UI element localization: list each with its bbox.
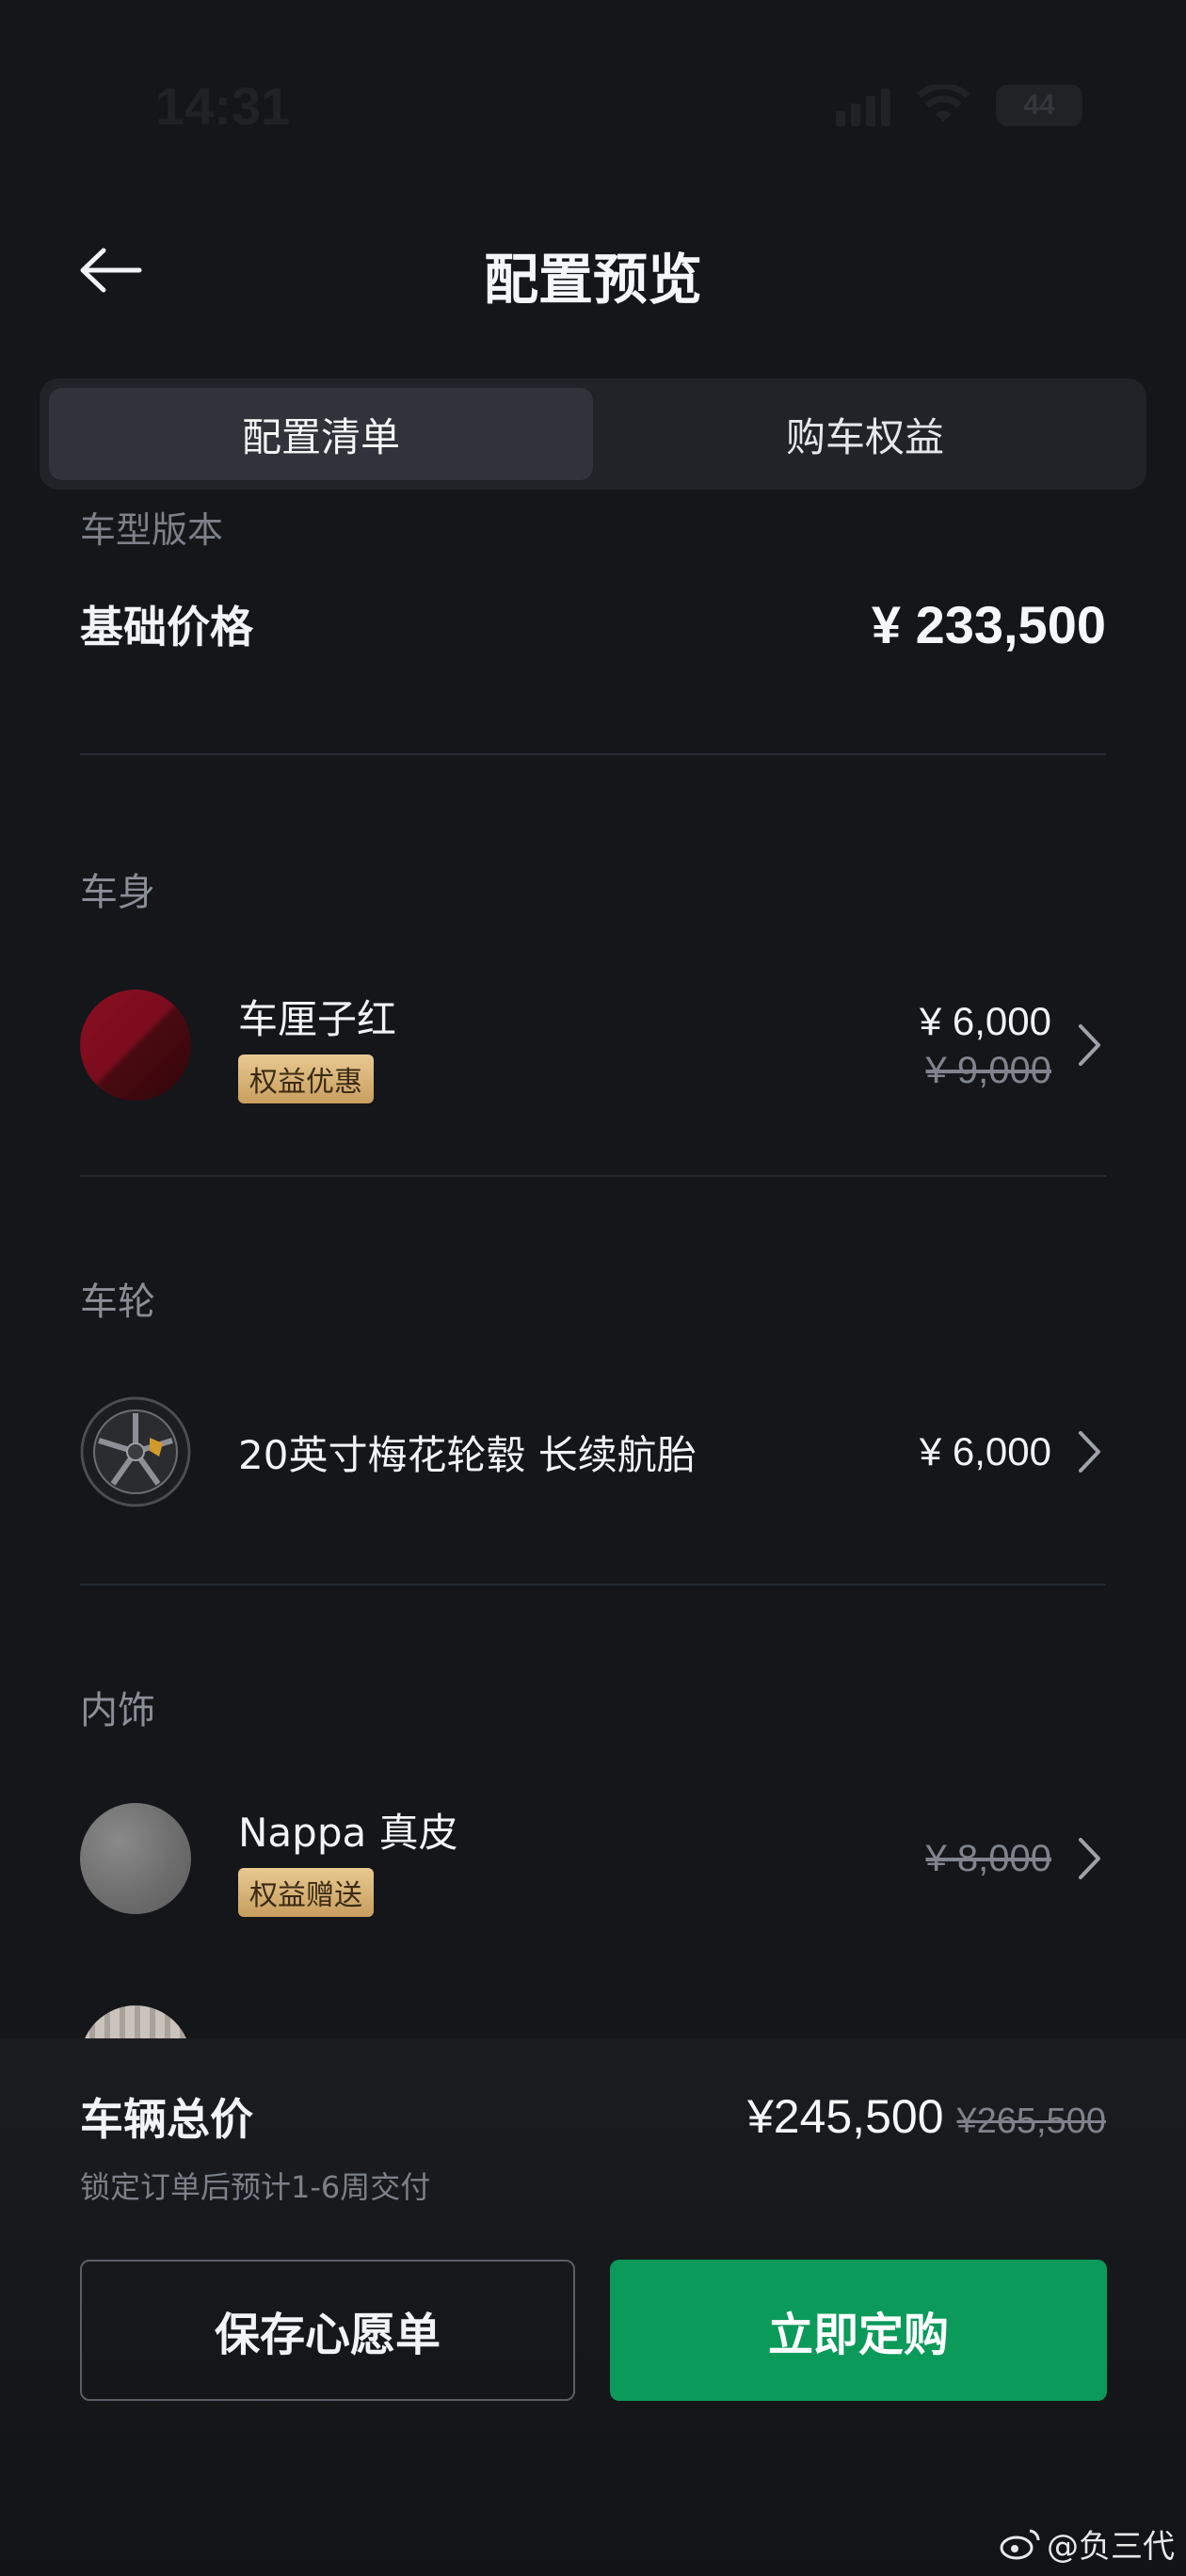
status-time: 14:31 — [155, 76, 291, 136]
chevron-right-icon — [1078, 1428, 1106, 1475]
total-price: ¥245,500 — [746, 2090, 944, 2143]
status-bar: 14:31 44 — [0, 0, 1186, 217]
item-info: Nappa 真皮 权益赠送 — [238, 1801, 926, 1917]
section-title-wheels: 车轮 — [80, 1280, 155, 1324]
leather-swatch — [80, 1803, 191, 1914]
order-now-button[interactable]: 立即定购 — [610, 2260, 1107, 2401]
save-wishlist-button[interactable]: 保存心愿单 — [80, 2260, 575, 2401]
base-price-label: 基础价格 — [80, 602, 253, 652]
watermark: @负三代 — [1000, 2520, 1175, 2567]
item-row-wheels[interactable]: 20英寸梅花轮毂 长续航胎 ¥ 6,000 — [80, 1395, 1106, 1508]
item-old-price: ¥ 9,000 — [925, 1049, 1051, 1091]
total-row: 车辆总价 ¥245,500 ¥265,500 — [80, 2085, 1106, 2148]
divider — [80, 1584, 1106, 1586]
item-info: 车厘子红 权益优惠 — [238, 988, 920, 1103]
wheel-swatch — [80, 1396, 191, 1507]
chevron-right-icon — [1078, 1835, 1106, 1882]
tab-bar: 配置清单 购车权益 — [40, 378, 1146, 490]
benefit-badge: 权益优惠 — [238, 1054, 374, 1103]
divider — [80, 753, 1106, 755]
page-title: 配置预览 — [483, 248, 702, 312]
section-title-version: 车型版本 — [80, 509, 224, 551]
base-price-value: ¥ 233,500 — [871, 594, 1106, 654]
config-list[interactable]: 车型版本 基础价格 ¥ 233,500 车身 车厘子红 权益优惠 ¥ 6,000… — [0, 499, 1186, 2038]
paint-swatch — [80, 990, 191, 1101]
delivery-note: 锁定订单后预计1-6周交付 — [80, 2169, 431, 2205]
base-price-row: 基础价格 ¥ 233,500 — [80, 593, 1106, 655]
item-price: ¥ 6,000 — [919, 998, 1051, 1043]
total-label: 车辆总价 — [80, 2094, 253, 2145]
item-row-interior[interactable]: Nappa 真皮 权益赠送 ¥ 8,000 — [80, 1801, 1106, 1917]
partial-swatch — [80, 2005, 191, 2038]
watermark-text: @负三代 — [1047, 2528, 1175, 2566]
item-name: 车厘子红 — [238, 995, 397, 1042]
total-old-price: ¥265,500 — [956, 2101, 1107, 2141]
section-title-body: 车身 — [80, 871, 155, 914]
item-old-price: ¥ 8,000 — [925, 1837, 1051, 1879]
price-col: ¥ 6,000 — [920, 1429, 1051, 1474]
weibo-icon — [1000, 2529, 1040, 2559]
item-name: 20英寸梅花轮毂 长续航胎 — [238, 1431, 697, 1478]
divider — [80, 1175, 1106, 1177]
benefit-badge: 权益赠送 — [238, 1867, 374, 1917]
item-row-paint[interactable]: 车厘子红 权益优惠 ¥ 6,000 ¥ 9,000 — [80, 988, 1106, 1103]
price-col: ¥ 8,000 — [926, 1838, 1051, 1880]
tab-config-list[interactable]: 配置清单 — [49, 388, 593, 480]
wifi-icon — [915, 85, 971, 126]
item-name: Nappa 真皮 — [238, 1809, 458, 1856]
status-icons: 44 — [836, 85, 1082, 126]
total-prices: ¥245,500 ¥265,500 — [747, 2089, 1106, 2144]
price-col: ¥ 6,000 ¥ 9,000 — [920, 999, 1051, 1092]
chevron-right-icon — [1078, 1022, 1106, 1069]
section-title-interior: 内饰 — [80, 1689, 155, 1732]
item-price: ¥ 6,000 — [919, 1429, 1051, 1473]
bottom-summary-panel: 车辆总价 ¥245,500 ¥265,500 锁定订单后预计1-6周交付 保存心… — [0, 2038, 1186, 2576]
item-info: 20英寸梅花轮毂 长续航胎 — [238, 1424, 920, 1481]
battery-icon: 44 — [996, 85, 1082, 126]
tab-purchase-benefits[interactable]: 购车权益 — [593, 388, 1137, 480]
signal-icon — [836, 85, 890, 126]
